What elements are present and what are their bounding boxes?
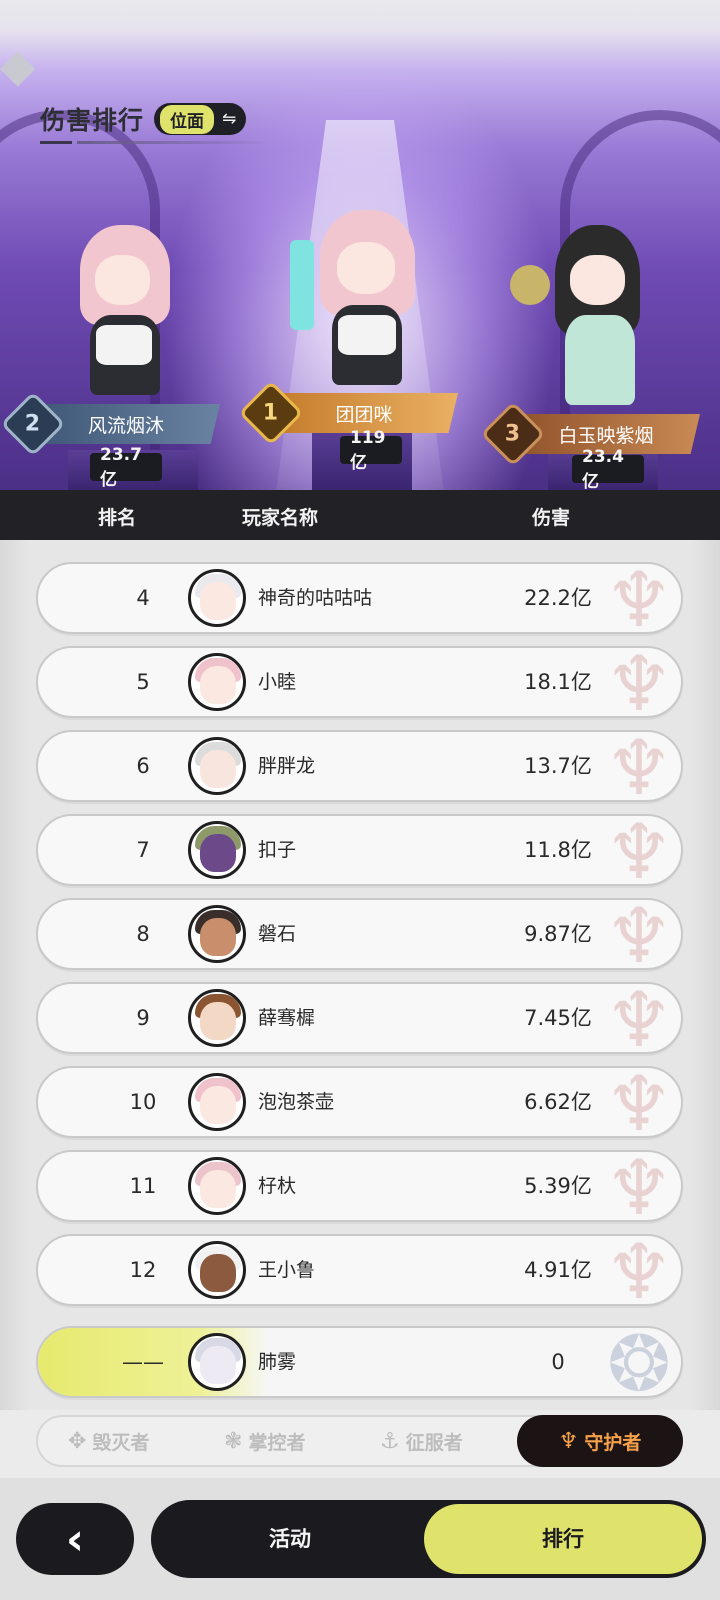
podium-score-3: 23.4亿 xyxy=(572,447,644,490)
tab-controller-label: 掌控者 xyxy=(248,1431,306,1454)
podium-score-1: 119亿 xyxy=(340,428,402,473)
avatar[interactable] xyxy=(188,653,246,711)
guardian-emblem-icon: ♆ xyxy=(604,562,674,634)
row-rank: 11 xyxy=(129,1174,157,1198)
guardian-emblem-icon: ♆ xyxy=(604,730,674,802)
controller-icon: ❃ xyxy=(224,1428,243,1454)
podium-score-2: 23.7亿 xyxy=(90,445,162,490)
tab-destroyer-label: 毁灭者 xyxy=(92,1431,150,1454)
my-rank-row[interactable]: —— 肺雾 0 ❂ xyxy=(36,1326,683,1398)
row-rank: —— xyxy=(122,1350,164,1374)
podium-character-2[interactable] xyxy=(60,225,180,415)
table-row[interactable]: 7 扣子 11.8亿 ♆ xyxy=(36,814,683,886)
row-rank: 8 xyxy=(136,922,150,946)
tab-activity[interactable]: 活动 xyxy=(151,1500,429,1578)
ranking-header: 伤害排行 位面 ⇋ xyxy=(40,101,247,137)
table-row[interactable]: 11 杍杕 5.39亿 ♆ xyxy=(36,1150,683,1222)
avatar[interactable] xyxy=(188,905,246,963)
guardian-emblem-icon: ♆ xyxy=(604,1234,674,1306)
guardian-emblem-icon: ♆ xyxy=(604,646,674,718)
tab-controller[interactable]: ❃ 掌控者 xyxy=(224,1417,305,1465)
row-rank: 7 xyxy=(136,838,150,862)
guardian-icon: ♆ xyxy=(558,1428,579,1454)
guardian-emblem-icon: ♆ xyxy=(604,814,674,886)
conqueror-icon: ⚓ xyxy=(380,1428,400,1454)
row-player-name: 杍杕 xyxy=(258,1175,297,1197)
tab-ranking[interactable]: 排行 xyxy=(424,1504,702,1574)
table-row[interactable]: 9 薛骞樨 7.45亿 ♆ xyxy=(36,982,683,1054)
row-player-name: 肺雾 xyxy=(258,1351,297,1373)
row-player-name: 磐石 xyxy=(258,923,297,945)
row-rank: 10 xyxy=(129,1090,157,1114)
realm-switch-button[interactable]: 位面 ⇋ xyxy=(154,103,247,135)
podium-nameplate-2: 2 风流烟沐 xyxy=(0,391,220,457)
avatar[interactable] xyxy=(188,737,246,795)
bottom-bar: ‹ 活动 排行 xyxy=(0,1478,720,1600)
table-row[interactable]: 8 磐石 9.87亿 ♆ xyxy=(36,898,683,970)
tab-guardian-label: 守护者 xyxy=(584,1431,642,1454)
avatar[interactable] xyxy=(188,1073,246,1131)
avatar[interactable] xyxy=(188,1157,246,1215)
table-row[interactable]: 10 泡泡茶壶 6.62亿 ♆ xyxy=(36,1066,683,1138)
avatar[interactable] xyxy=(188,569,246,627)
row-player-name: 薛骞樨 xyxy=(258,1007,316,1029)
guardian-emblem-icon: ♆ xyxy=(604,1150,674,1222)
tab-destroyer[interactable]: ✥ 毁灭者 xyxy=(68,1417,149,1465)
avatar[interactable] xyxy=(188,821,246,879)
table-row[interactable]: 5 小睦 18.1亿 ♆ xyxy=(36,646,683,718)
row-player-name: 小睦 xyxy=(258,671,297,693)
guardian-emblem-icon: ♆ xyxy=(604,982,674,1054)
corner-ornament-icon: ◆ xyxy=(0,38,36,92)
podium-character-1[interactable] xyxy=(290,210,430,400)
row-player-name: 泡泡茶壶 xyxy=(258,1091,335,1113)
realm-switch-label: 位面 xyxy=(160,104,215,134)
avatar[interactable] xyxy=(188,1333,246,1391)
realm-emblem-icon: ❂ xyxy=(607,1326,671,1398)
guardian-emblem-icon: ♆ xyxy=(604,1066,674,1138)
row-player-name: 神奇的咕咕咕 xyxy=(258,587,373,609)
row-rank: 6 xyxy=(136,754,150,778)
podium-area: ◆ 2 风流烟沐 23.7亿 1 团团咪 119亿 3 白玉映紫烟 23.4亿 xyxy=(0,0,720,490)
row-player-name: 王小鲁 xyxy=(258,1259,316,1281)
destroyer-icon: ✥ xyxy=(68,1428,87,1454)
tab-conqueror-label: 征服者 xyxy=(405,1431,463,1454)
bottom-segment-control: 活动 排行 xyxy=(151,1500,706,1578)
column-rank: 排名 xyxy=(98,507,137,529)
table-row[interactable]: 6 胖胖龙 13.7亿 ♆ xyxy=(36,730,683,802)
swap-icon: ⇋ xyxy=(222,109,237,129)
table-header: 排名 玩家名称 伤害 xyxy=(0,490,720,540)
back-button[interactable]: ‹ xyxy=(16,1503,134,1575)
page-title: 伤害排行 xyxy=(40,106,145,135)
class-tabs: ✥ 毁灭者 ❃ 掌控者 ⚓ 征服者 ♆ 守护者 xyxy=(36,1415,683,1467)
back-arrow-icon: ‹ xyxy=(65,1513,85,1565)
avatar[interactable] xyxy=(188,1241,246,1299)
table-row[interactable]: 12 王小鲁 4.91亿 ♆ xyxy=(36,1234,683,1306)
tab-guardian[interactable]: ♆ 守护者 xyxy=(517,1415,683,1467)
row-rank: 12 xyxy=(129,1258,157,1282)
podium-character-3[interactable] xyxy=(510,225,660,415)
row-rank: 5 xyxy=(136,670,150,694)
title-underline xyxy=(40,141,270,144)
row-player-name: 扣子 xyxy=(258,839,297,861)
row-rank: 4 xyxy=(136,586,150,610)
avatar[interactable] xyxy=(188,989,246,1047)
column-damage: 伤害 xyxy=(532,507,571,529)
row-rank: 9 xyxy=(136,1006,150,1030)
tab-conqueror[interactable]: ⚓ 征服者 xyxy=(380,1417,463,1465)
row-player-name: 胖胖龙 xyxy=(258,755,316,777)
column-player: 玩家名称 xyxy=(242,507,319,529)
guardian-emblem-icon: ♆ xyxy=(604,898,674,970)
table-row[interactable]: 4 神奇的咕咕咕 22.2亿 ♆ xyxy=(36,562,683,634)
